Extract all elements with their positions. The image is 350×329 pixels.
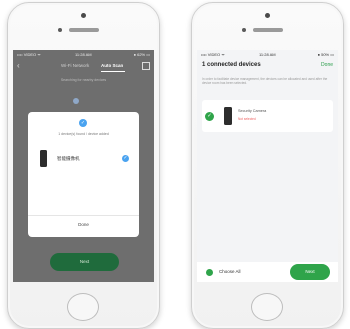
front-camera [81, 13, 86, 18]
device-room-status[interactable]: Not selected [238, 117, 256, 121]
screen-left: •••• VIDEO ᯤ 11:28 AM ● 62% ▭ ‹ Wi-Fi Ne… [13, 50, 154, 282]
device-name: Security Camera [238, 109, 267, 113]
done-button[interactable]: Done [321, 62, 333, 68]
device-selected-check-icon[interactable]: ✓ [122, 155, 129, 162]
back-icon[interactable]: ‹ [17, 62, 20, 70]
device-card[interactable]: ✓ Security Camera Not selected [202, 100, 333, 132]
home-button[interactable] [251, 293, 283, 321]
devices-found-modal: ✓ 1 device(s) found / device added 智能摄像机… [28, 112, 139, 237]
scan-icon[interactable] [142, 62, 150, 70]
status-time: 11:28 AM [259, 52, 276, 57]
status-bar: •••• VIDEO ᯤ 11:28 AM ● 62% ▭ [13, 50, 154, 58]
select-all-label[interactable]: Choose All [219, 269, 241, 274]
earpiece-speaker [253, 28, 283, 32]
modal-divider [28, 215, 139, 216]
status-bar: •••• VIDEO ᯤ 11:28 AM ● 50% ▭ [197, 50, 338, 58]
next-button[interactable]: Next [290, 264, 330, 280]
status-battery: ● 62% ▭ [133, 52, 150, 57]
status-time: 11:28 AM [75, 52, 92, 57]
tab-active-underline [101, 71, 125, 72]
status-carrier: •••• VIDEO ᯤ [17, 52, 41, 57]
modal-message: 1 device(s) found / device added [58, 132, 109, 136]
phone-left: •••• VIDEO ᯤ 11:28 AM ● 62% ▭ ‹ Wi-Fi Ne… [7, 2, 160, 329]
select-all-check-icon[interactable] [206, 269, 213, 276]
modal-done-button[interactable]: Done [28, 222, 139, 227]
scan-hint: Searching for nearby devices [60, 78, 107, 82]
device-row[interactable]: 智能摄像机 ✓ [40, 150, 131, 170]
sensor-dot [242, 28, 246, 32]
earpiece-speaker [69, 28, 99, 32]
status-carrier: •••• VIDEO ᯤ [201, 52, 225, 57]
bottom-bar: Choose All Next [197, 262, 338, 282]
camera-device-icon [224, 107, 232, 125]
success-check-icon: ✓ [79, 119, 87, 127]
sensor-dot [58, 28, 62, 32]
nav-bar: ‹ Wi-Fi Network Auto Scan [13, 59, 154, 73]
screen-right: •••• VIDEO ᯤ 11:28 AM ● 50% ▭ 1 connecte… [197, 50, 338, 282]
page-description: In order to facilitate device management… [202, 77, 328, 86]
front-camera [265, 13, 270, 18]
tab-auto-scan[interactable]: Auto Scan [101, 63, 123, 68]
next-button[interactable]: Next [50, 253, 119, 271]
status-battery: ● 50% ▭ [317, 52, 334, 57]
scan-indicator-icon [73, 98, 79, 104]
camera-device-icon [40, 150, 47, 167]
home-button[interactable] [67, 293, 99, 321]
phone-right: •••• VIDEO ᯤ 11:28 AM ● 50% ▭ 1 connecte… [191, 2, 344, 329]
device-name: 智能摄像机 [57, 156, 80, 161]
selected-check-icon[interactable]: ✓ [205, 112, 214, 121]
page-title: 1 connected devices [202, 62, 261, 68]
tab-wifi-network[interactable]: Wi-Fi Network [61, 63, 89, 68]
